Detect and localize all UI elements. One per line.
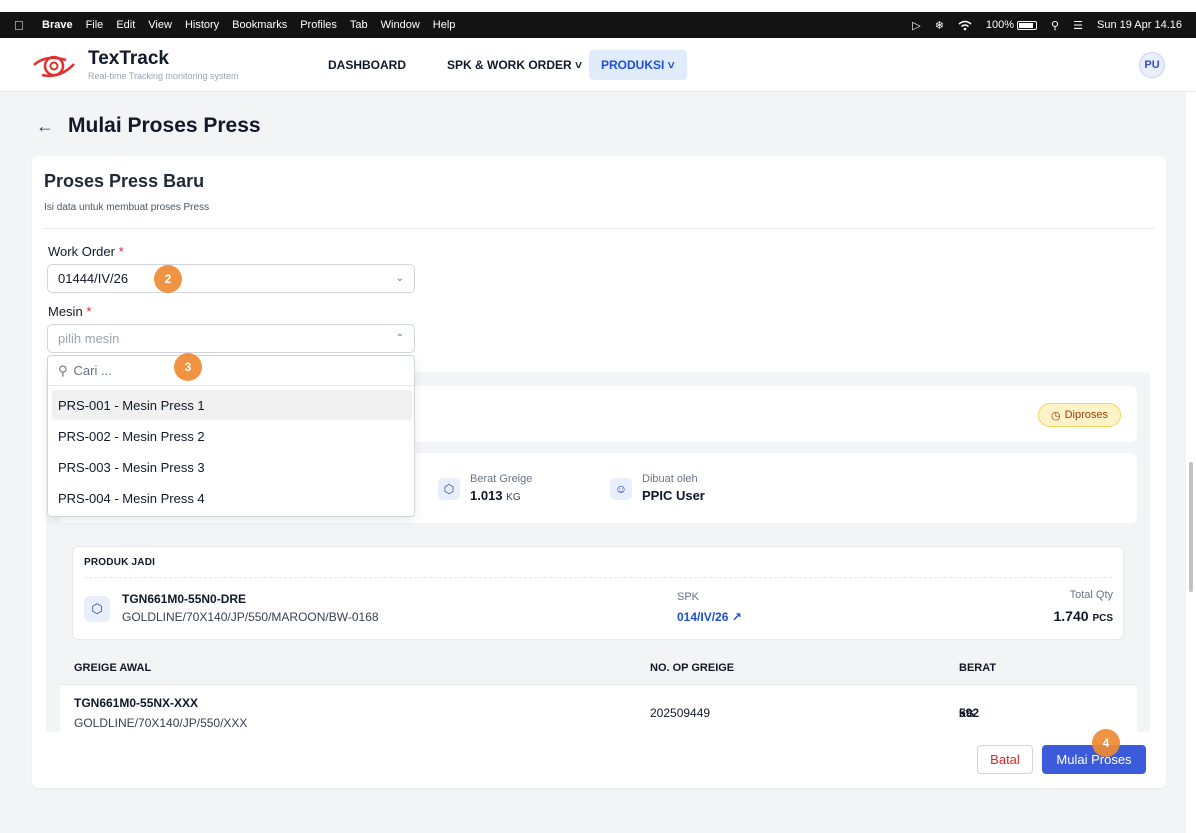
status-badge: ◷ Diproses bbox=[1038, 403, 1121, 427]
search-placeholder: Cari ... bbox=[73, 363, 112, 378]
machine-option[interactable]: PRS-002 - Mesin Press 2 bbox=[52, 421, 412, 451]
greige-table-header: GREIGE AWAL NO. OP GREIGE BERAT bbox=[60, 652, 1137, 685]
clock-icon: ◷ bbox=[1050, 409, 1061, 422]
table-row: TGN661M0-55NX-XXX GOLDLINE/70X140/JP/550… bbox=[60, 685, 1137, 733]
machine-dropdown: ⚲ Cari ... PRS-001 - Mesin Press 1 PRS-0… bbox=[47, 355, 415, 517]
required-mark: * bbox=[118, 244, 124, 259]
menu-tab[interactable]: Tab bbox=[350, 19, 368, 31]
machine-search-input[interactable]: ⚲ Cari ... bbox=[48, 356, 414, 386]
col-greige-awal: GREIGE AWAL bbox=[74, 662, 152, 674]
nav-produksi[interactable]: PRODUKSI ˅ bbox=[589, 50, 687, 80]
total-qty-label: Total Qty bbox=[1069, 589, 1113, 601]
snowflake-icon[interactable]: ❄ bbox=[935, 19, 944, 32]
battery-percent: 100% bbox=[985, 19, 1015, 31]
user-icon: ☺ bbox=[610, 478, 632, 500]
nav-dashboard[interactable]: DASHBOARD bbox=[316, 50, 418, 80]
info-berat-greige: ⬡ Berat Greige 1.013 KG bbox=[438, 473, 532, 503]
search-icon: ⚲ bbox=[58, 362, 68, 378]
brand[interactable]: TexTrack Real-time Tracking monitoring s… bbox=[88, 48, 239, 81]
menu-file[interactable]: File bbox=[86, 19, 104, 31]
spk-link[interactable]: 014/IV/26 ↗ bbox=[677, 610, 742, 624]
macos-menubar:  Brave File Edit View History Bookmarks… bbox=[0, 12, 1196, 38]
battery-status[interactable]: 100% bbox=[985, 19, 1038, 31]
form-title: Proses Press Baru bbox=[44, 171, 205, 191]
col-berat: BERAT bbox=[959, 662, 997, 674]
berat-greige-label: Berat Greige bbox=[470, 473, 533, 485]
spk-label: SPK bbox=[677, 591, 700, 603]
produk-jadi-heading: PRODUK JADI bbox=[84, 557, 156, 568]
machine-placeholder: pilih mesin bbox=[58, 331, 120, 346]
play-icon[interactable]: ▷ bbox=[912, 19, 920, 32]
brand-tagline: Real-time Tracking monitoring system bbox=[88, 71, 239, 81]
berat-greige-unit: KG bbox=[506, 492, 521, 503]
work-order-select[interactable]: 01444/IV/26 ⌄ bbox=[47, 264, 415, 293]
box-icon: ⬡ bbox=[438, 478, 460, 500]
apple-icon[interactable]:  bbox=[14, 18, 28, 33]
menu-profiles[interactable]: Profiles bbox=[300, 19, 337, 31]
work-order-label-text: Work Order bbox=[48, 244, 115, 259]
machine-label-text: Mesin bbox=[48, 304, 83, 319]
divider bbox=[84, 577, 1112, 578]
wifi-icon[interactable] bbox=[958, 20, 972, 31]
greige-code: TGN661M0-55NX-XXX bbox=[74, 696, 199, 710]
greige-berat: 592 KG bbox=[959, 706, 979, 720]
menu-edit[interactable]: Edit bbox=[116, 19, 135, 31]
menu-view[interactable]: View bbox=[148, 19, 172, 31]
berat-greige-number: 1.013 bbox=[470, 488, 503, 503]
machine-option[interactable]: PRS-003 - Mesin Press 3 bbox=[52, 452, 412, 482]
work-order-value: 01444/IV/26 bbox=[58, 271, 129, 286]
chevron-up-icon: ⌃ bbox=[395, 333, 404, 344]
textrack-logo-icon[interactable] bbox=[32, 50, 76, 80]
menu-app-name[interactable]: Brave bbox=[42, 19, 73, 31]
menu-bookmarks[interactable]: Bookmarks bbox=[232, 19, 287, 31]
status-text: Diproses bbox=[1064, 409, 1108, 421]
page-scrollbar[interactable] bbox=[1186, 92, 1196, 833]
chevron-down-icon: ⌄ bbox=[395, 273, 404, 284]
required-mark: * bbox=[86, 304, 92, 319]
machine-select[interactable]: pilih mesin ⌃ bbox=[47, 324, 415, 353]
app-header: TexTrack Real-time Tracking monitoring s… bbox=[0, 38, 1196, 92]
dibuat-oleh-value: PPIC User bbox=[642, 488, 705, 503]
menu-window[interactable]: Window bbox=[381, 19, 420, 31]
back-arrow-icon[interactable]: ← bbox=[36, 116, 54, 137]
step-marker: 3 bbox=[174, 353, 202, 381]
machine-label: Mesin * bbox=[48, 304, 91, 319]
greige-berat-number: 592 bbox=[959, 706, 980, 720]
menu-help[interactable]: Help bbox=[433, 19, 456, 31]
nav-spk-work-order[interactable]: SPK & WORK ORDER ˅ bbox=[435, 50, 594, 80]
step-marker: 4 bbox=[1092, 729, 1120, 757]
box-icon: ⬡ bbox=[84, 596, 110, 622]
control-center-icon[interactable]: ☰ bbox=[1073, 19, 1083, 32]
berat-greige-value: 1.013 KG bbox=[470, 488, 532, 503]
machine-option[interactable]: PRS-001 - Mesin Press 1 bbox=[52, 390, 412, 420]
spotlight-search-icon[interactable]: ⚲ bbox=[1051, 19, 1059, 32]
battery-icon bbox=[1017, 20, 1038, 30]
col-no-op-greige: NO. OP GREIGE bbox=[650, 662, 735, 674]
page-title: Mulai Proses Press bbox=[68, 114, 261, 137]
scrollbar-thumb[interactable] bbox=[1189, 462, 1193, 592]
work-order-label: Work Order * bbox=[48, 244, 124, 259]
total-qty-value: 1.740 PCS bbox=[1054, 608, 1114, 624]
greige-desc: GOLDLINE/70X140/JP/550/XXX bbox=[74, 716, 248, 730]
status-area: ▷ ❄ 100% ⚲ ☰ Sun 19 Apr 14.16 bbox=[912, 19, 1182, 32]
total-qty-number: 1.740 bbox=[1053, 608, 1089, 624]
user-avatar[interactable]: PU bbox=[1139, 52, 1165, 78]
produk-jadi-desc: GOLDLINE/70X140/JP/550/MAROON/BW-0168 bbox=[122, 610, 379, 624]
clock[interactable]: Sun 19 Apr 14.16 bbox=[1097, 19, 1182, 31]
divider bbox=[44, 228, 1154, 229]
machine-option[interactable]: PRS-004 - Mesin Press 4 bbox=[52, 483, 412, 513]
brand-name: TexTrack bbox=[88, 48, 169, 69]
info-dibuat-oleh: ☺ Dibuat oleh PPIC User bbox=[610, 473, 705, 503]
form-subtitle: Isi data untuk membuat proses Press bbox=[44, 202, 210, 213]
produk-jadi-code: TGN661M0-55N0-DRE bbox=[122, 592, 247, 606]
greige-op: 202509449 bbox=[650, 706, 711, 720]
menu-history[interactable]: History bbox=[185, 19, 219, 31]
total-qty-unit: PCS bbox=[1092, 613, 1113, 624]
page-header: ← Mulai Proses Press bbox=[36, 114, 261, 138]
step-marker: 2 bbox=[154, 265, 182, 293]
dibuat-oleh-label: Dibuat oleh bbox=[642, 473, 698, 485]
cancel-button[interactable]: Batal bbox=[977, 745, 1033, 774]
